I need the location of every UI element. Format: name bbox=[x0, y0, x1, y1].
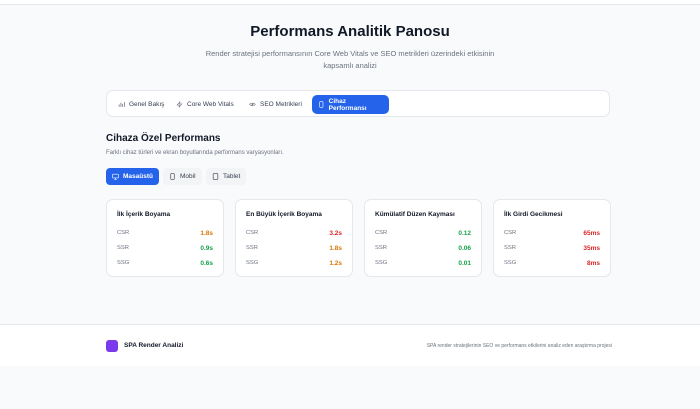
bottom-area bbox=[0, 366, 700, 409]
device-label: Masaüstü bbox=[123, 173, 153, 180]
section-title: Cihaza Özel Performans bbox=[106, 133, 221, 144]
metric-title: İlk Girdi Gecikmesi bbox=[504, 211, 563, 218]
tablet-icon bbox=[212, 173, 219, 180]
tab-seo-metrics[interactable]: SEO Metrikleri bbox=[243, 95, 308, 114]
metric-row-label: SSR bbox=[375, 245, 387, 251]
eye-icon bbox=[249, 102, 256, 107]
metric-card: En Büyük İçerik Boyama CSR 3.2s SSR 1.8s SSG 1… bbox=[235, 199, 353, 277]
metric-row-value: 1.8s bbox=[200, 230, 213, 237]
section-subtitle: Farklı cihaz türleri ve ekran boyutların… bbox=[106, 150, 284, 156]
metric-row: SSR 1.8s bbox=[246, 245, 342, 255]
device-tablet-button[interactable]: Tablet bbox=[206, 168, 247, 185]
metric-row: SSG 0.01 bbox=[375, 260, 471, 270]
tab-label: SEO Metrikleri bbox=[260, 101, 302, 108]
bar-chart-icon bbox=[118, 102, 125, 107]
metric-row-value: 35ms bbox=[583, 245, 600, 252]
device-label: Tablet bbox=[223, 173, 241, 180]
metric-row: SSR 0.9s bbox=[117, 245, 213, 255]
page-title: Performans Analitik Panosu bbox=[250, 23, 450, 40]
metric-row-label: SSG bbox=[504, 260, 517, 266]
tab-label: Cihaz Performansı bbox=[328, 97, 367, 112]
tab-device-performance[interactable]: Cihaz Performansı bbox=[312, 95, 389, 114]
page-subtitle: Render stratejisi performansının Core We… bbox=[205, 49, 495, 70]
tab-label: Genel Bakış bbox=[129, 101, 165, 108]
metric-row-label: SSG bbox=[117, 260, 130, 266]
metric-row-value: 0.12 bbox=[458, 230, 471, 237]
metric-row-label: CSR bbox=[117, 230, 130, 236]
metric-row-label: SSR bbox=[504, 245, 516, 251]
metric-row: SSR 0.06 bbox=[375, 245, 471, 255]
metric-row-value: 65ms bbox=[583, 230, 600, 237]
metric-row-label: SSG bbox=[375, 260, 388, 266]
metric-row-value: 0.01 bbox=[458, 260, 471, 267]
metric-row: SSG 8ms bbox=[504, 260, 600, 270]
metric-row-value: 8ms bbox=[586, 260, 600, 267]
metric-row-value: 0.6s bbox=[200, 260, 213, 267]
metric-row-value: 0.06 bbox=[458, 245, 471, 252]
metric-row-label: SSG bbox=[246, 260, 259, 266]
metric-card: İlk İçerik Boyama CSR 1.8s SSR 0.9s SSG 0.6s bbox=[106, 199, 224, 277]
metric-row-label: CSR bbox=[504, 230, 517, 236]
footer-brand: SPA Render Analizi bbox=[124, 342, 184, 349]
zap-icon bbox=[176, 101, 183, 108]
metric-title: En Büyük İçerik Boyama bbox=[246, 211, 322, 218]
tab-bar: Genel Bakış Core Web Vitals SEO Metrikle… bbox=[106, 90, 610, 117]
metric-row: SSR 35ms bbox=[504, 245, 600, 255]
metric-row-value: 1.2s bbox=[329, 260, 342, 267]
logo-icon bbox=[106, 340, 118, 352]
metric-card: Kümülatif Düzen Kayması CSR 0.12 SSR 0.06 SSG… bbox=[364, 199, 482, 277]
device-desktop-button[interactable]: Masaüstü bbox=[106, 168, 159, 185]
metric-title: İlk İçerik Boyama bbox=[117, 211, 171, 218]
tab-core-web-vitals[interactable]: Core Web Vitals bbox=[170, 95, 240, 114]
metric-row-label: SSR bbox=[117, 245, 129, 251]
metric-row: SSG 0.6s bbox=[117, 260, 213, 270]
metric-row: CSR 0.12 bbox=[375, 230, 471, 240]
metric-title: Kümülatif Düzen Kayması bbox=[375, 211, 455, 218]
metric-row-label: CSR bbox=[246, 230, 259, 236]
footer: SPA Render Analizi SPA render stratejile… bbox=[0, 324, 700, 366]
metric-row: CSR 1.8s bbox=[117, 230, 213, 240]
metric-row-value: 0.9s bbox=[200, 245, 213, 252]
device-mobile-button[interactable]: Mobil bbox=[163, 168, 202, 185]
monitor-icon bbox=[112, 173, 119, 180]
metric-row-label: CSR bbox=[375, 230, 388, 236]
smartphone-icon bbox=[319, 101, 324, 108]
smartphone-icon bbox=[170, 173, 175, 180]
metric-row: CSR 65ms bbox=[504, 230, 600, 240]
metric-row-value: 1.8s bbox=[329, 245, 342, 252]
metric-row-label: SSR bbox=[246, 245, 258, 251]
tab-overview[interactable]: Genel Bakış bbox=[112, 95, 170, 114]
tab-label: Core Web Vitals bbox=[187, 101, 234, 108]
metric-card: İlk Girdi Gecikmesi CSR 65ms SSR 35ms SSG 8ms bbox=[493, 199, 611, 277]
footer-note: SPA render stratejilerinin SEO ve perfor… bbox=[426, 343, 612, 349]
device-label: Mobil bbox=[180, 173, 196, 180]
metric-row: CSR 3.2s bbox=[246, 230, 342, 240]
metric-row: SSG 1.2s bbox=[246, 260, 342, 270]
metric-row-value: 3.2s bbox=[329, 230, 342, 237]
